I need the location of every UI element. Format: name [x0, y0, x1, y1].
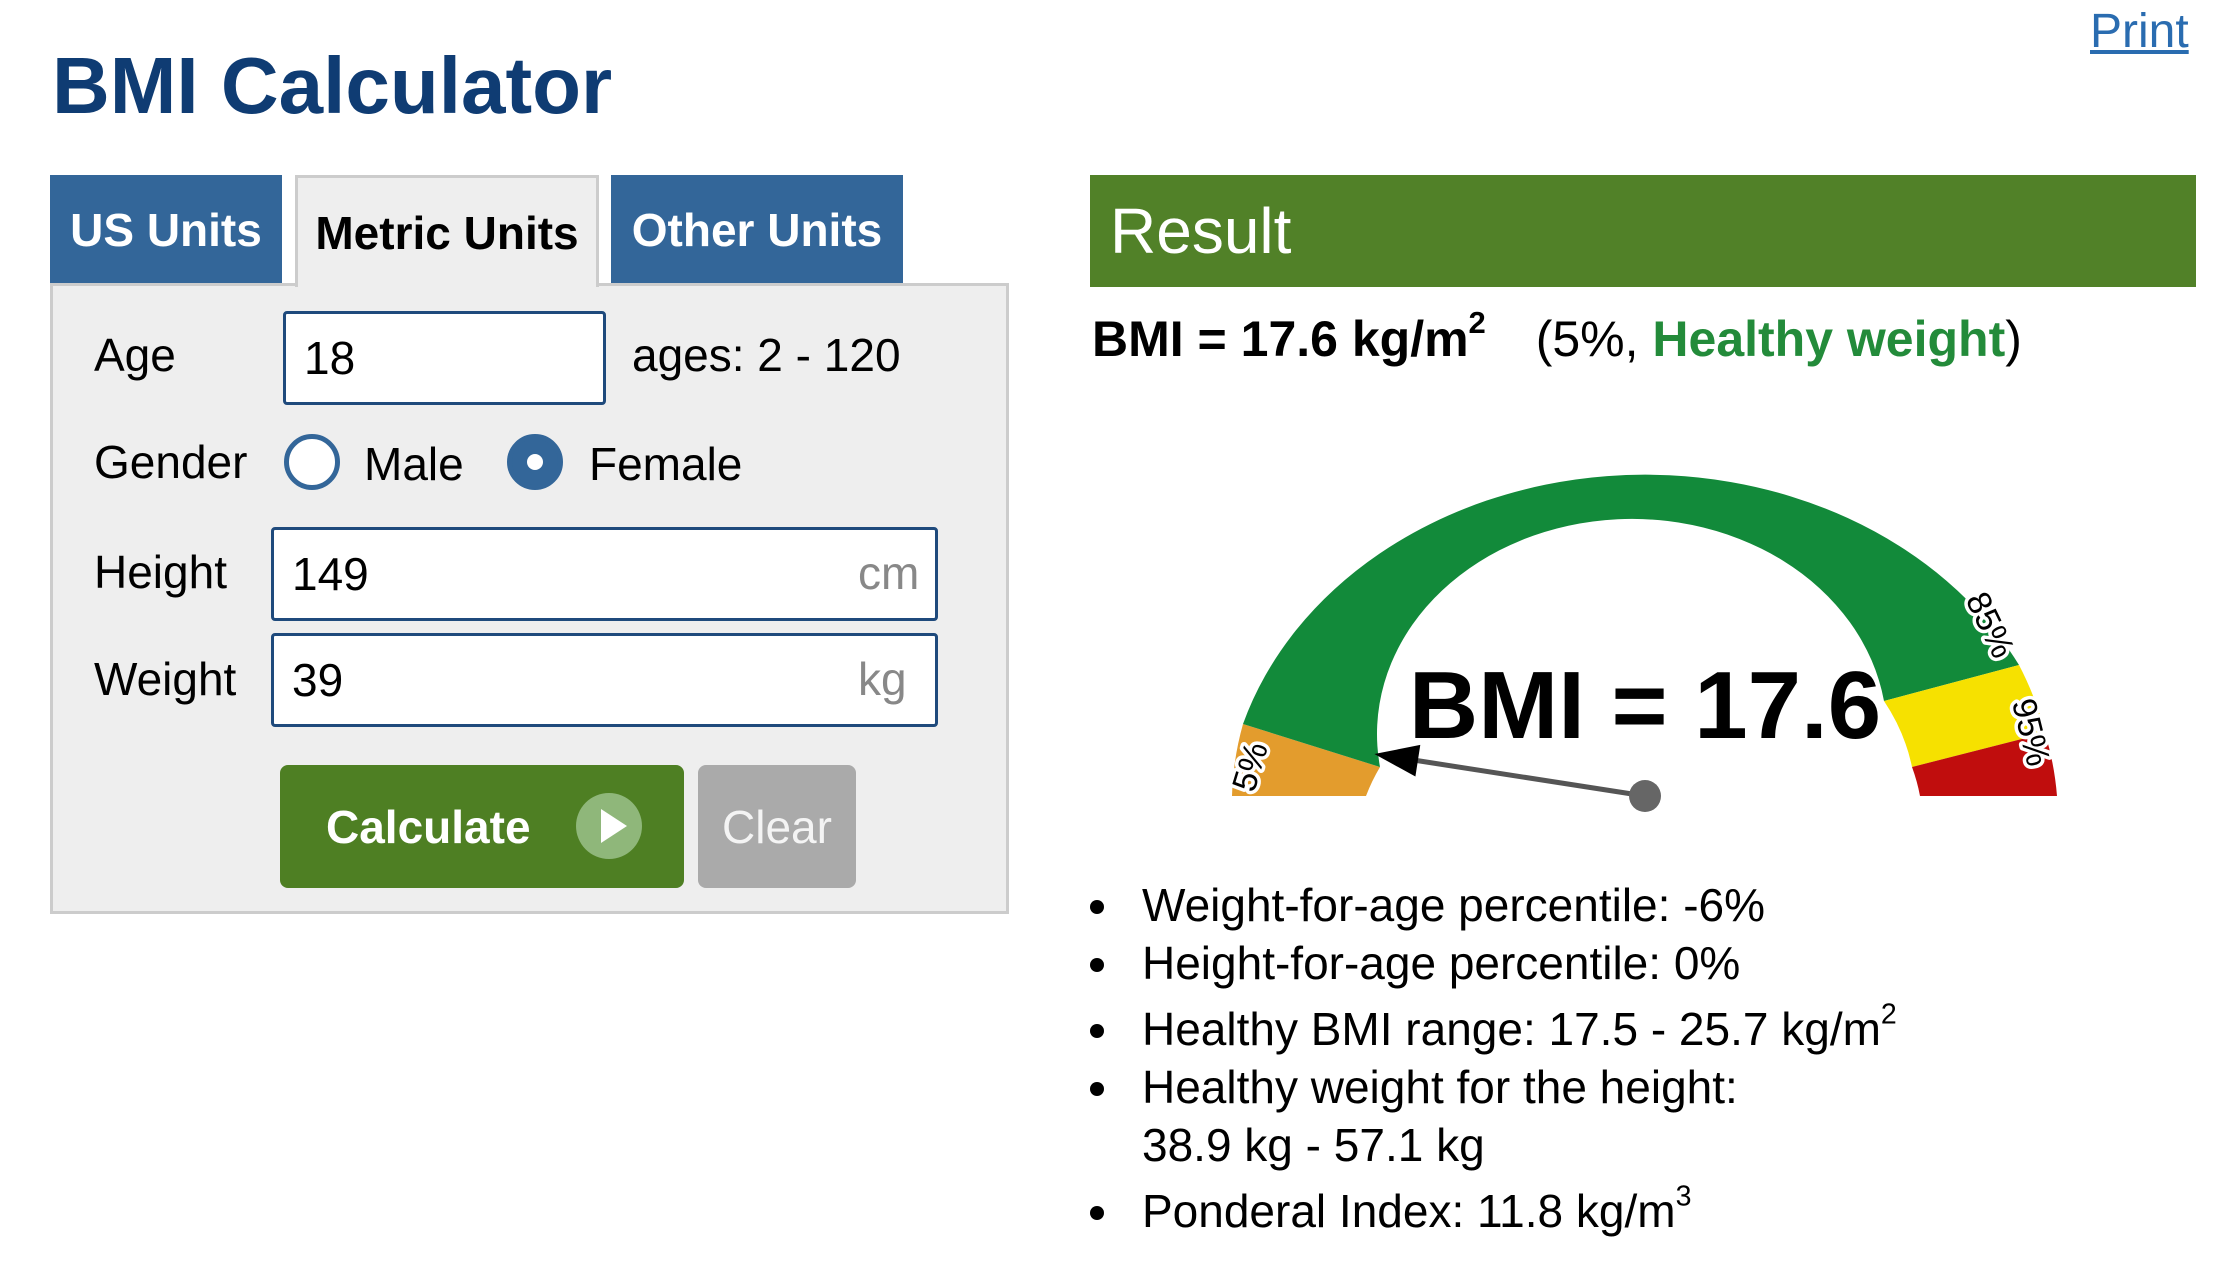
page-title: BMI Calculator: [52, 41, 613, 130]
play-icon: [576, 793, 642, 859]
bmi-value-text: BMI = 17.6 kg/m2: [1092, 304, 1486, 367]
list-item: Ponderal Index: 11.8 kg/m3: [1090, 1182, 2200, 1240]
gender-male-radio[interactable]: [284, 434, 340, 490]
tab-us-units[interactable]: US Units: [50, 175, 282, 285]
age-range-hint: ages: 2 - 120: [632, 329, 901, 381]
gauge-needle-pivot: [1629, 780, 1661, 812]
height-input[interactable]: 149: [271, 527, 938, 621]
list-item: Healthy BMI range: 17.5 - 25.7 kg/m2: [1090, 1000, 2200, 1058]
gender-male-label[interactable]: Male: [364, 437, 464, 491]
weight-category: Healthy weight: [1652, 311, 2006, 367]
bmi-summary: BMI = 17.6 kg/m2 (5%, Healthy weight): [1092, 304, 2022, 368]
result-header: Result: [1090, 175, 2196, 287]
tab-other-units[interactable]: Other Units: [611, 175, 903, 285]
height-unit: cm: [858, 547, 920, 599]
list-item: Weight-for-age percentile: -6%: [1090, 876, 2200, 934]
gender-label: Gender: [94, 436, 248, 488]
weight-unit: kg: [858, 653, 907, 705]
print-link[interactable]: Print: [2090, 4, 2189, 59]
percentile-close: ): [2005, 311, 2022, 367]
weight-input[interactable]: 39: [271, 633, 938, 727]
tab-metric-units[interactable]: Metric Units: [295, 175, 599, 287]
result-details: Weight-for-age percentile: -6% Height-fo…: [1090, 876, 2200, 1240]
age-input[interactable]: 18: [283, 311, 606, 405]
calculate-button[interactable]: Calculate: [280, 765, 684, 888]
weight-label: Weight: [94, 653, 237, 705]
height-label: Height: [94, 546, 227, 598]
gender-female-radio[interactable]: [507, 434, 563, 490]
clear-button[interactable]: Clear: [698, 765, 856, 888]
list-item: Healthy weight for the height: 38.9 kg - …: [1090, 1058, 2200, 1174]
list-item: Height-for-age percentile: 0%: [1090, 934, 2200, 992]
gauge-bmi-label: BMI = 17.6: [1409, 652, 1881, 759]
percentile-open: (5%,: [1535, 311, 1653, 367]
gender-female-label[interactable]: Female: [589, 437, 742, 491]
bmi-gauge: 5% 85% 95% BMI = 17.6: [1222, 474, 2060, 812]
age-label: Age: [94, 329, 176, 381]
calculate-button-label: Calculate: [326, 800, 531, 853]
